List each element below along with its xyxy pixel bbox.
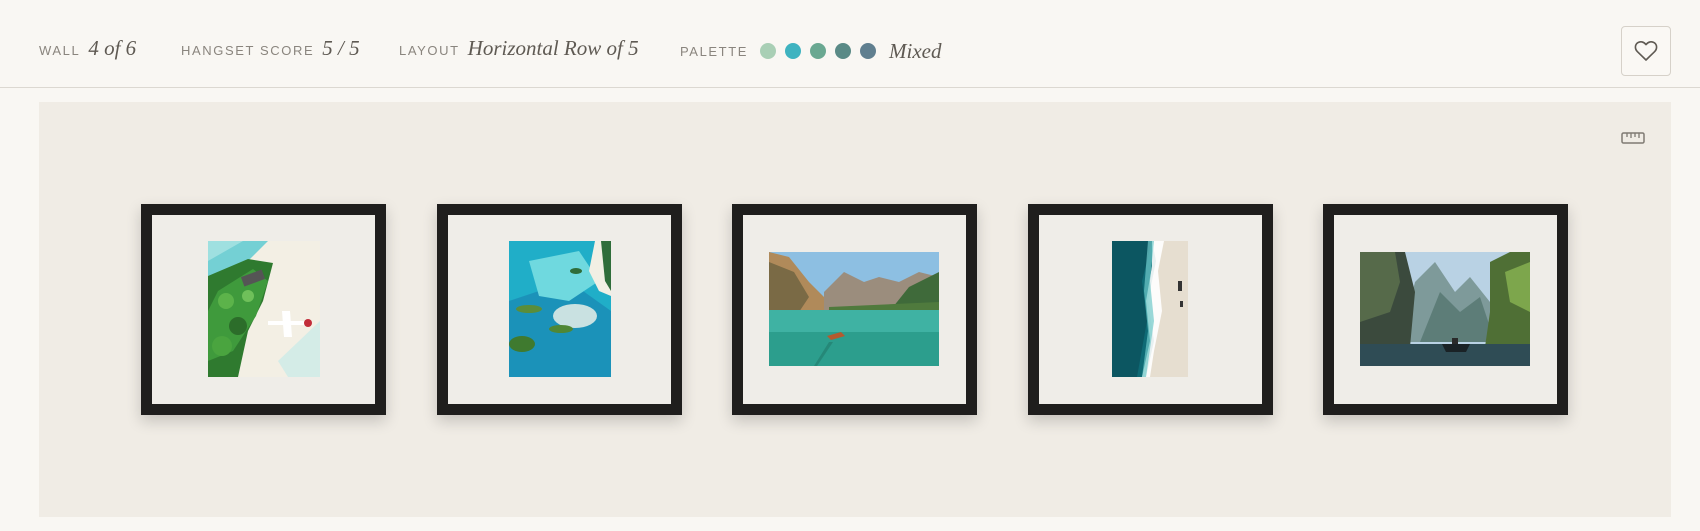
favorite-button[interactable]	[1621, 26, 1671, 76]
score-value: 5 / 5	[322, 36, 360, 60]
palette-swatch	[860, 43, 877, 59]
palette-swatch	[785, 43, 802, 59]
palette-label: PALETTE	[680, 43, 749, 59]
layout-label: LAYOUT	[399, 43, 460, 58]
layout-indicator: LAYOUT Horizontal Row of 5	[399, 36, 639, 68]
palette-swatch	[810, 43, 827, 59]
turquoise-lagoon-islands-photo	[509, 241, 611, 377]
palette-indicator: PALETTE Mixed	[680, 38, 942, 63]
wall-label: WALL	[39, 43, 81, 58]
palette-swatch	[835, 43, 852, 59]
ruler-icon[interactable]	[1621, 132, 1645, 144]
hangset-score: HANGSET SCORE 5 / 5	[181, 36, 360, 68]
palette-value: Mixed	[889, 38, 942, 63]
artwork-mat	[448, 215, 671, 404]
artwork-frame[interactable]	[437, 204, 682, 415]
artwork-mat	[1039, 215, 1262, 404]
wall-value: 4 of 6	[88, 36, 137, 60]
heart-icon	[1634, 40, 1658, 61]
top-toolbar: WALL 4 of 6 HANGSET SCORE 5 / 5 LAYOUT H…	[0, 0, 1700, 88]
artwork-frame[interactable]	[732, 204, 977, 415]
tropical-beach-seaplane-photo	[208, 241, 320, 377]
aerial-ocean-shoreline-photo	[1112, 241, 1188, 377]
layout-value: Horizontal Row of 5	[467, 36, 639, 60]
score-label: HANGSET SCORE	[181, 43, 315, 58]
karst-cliffs-lake-boat-photo	[1360, 252, 1530, 366]
wall-indicator: WALL 4 of 6	[39, 36, 136, 68]
artwork-frame[interactable]	[141, 204, 386, 415]
palette-swatch	[760, 43, 777, 59]
artwork-frame[interactable]	[1028, 204, 1273, 415]
artwork-mat	[743, 215, 966, 404]
artwork-mat	[152, 215, 375, 404]
alpine-lake-boat-photo	[769, 252, 939, 366]
artwork-frame[interactable]	[1323, 204, 1568, 415]
artwork-mat	[1334, 215, 1557, 404]
